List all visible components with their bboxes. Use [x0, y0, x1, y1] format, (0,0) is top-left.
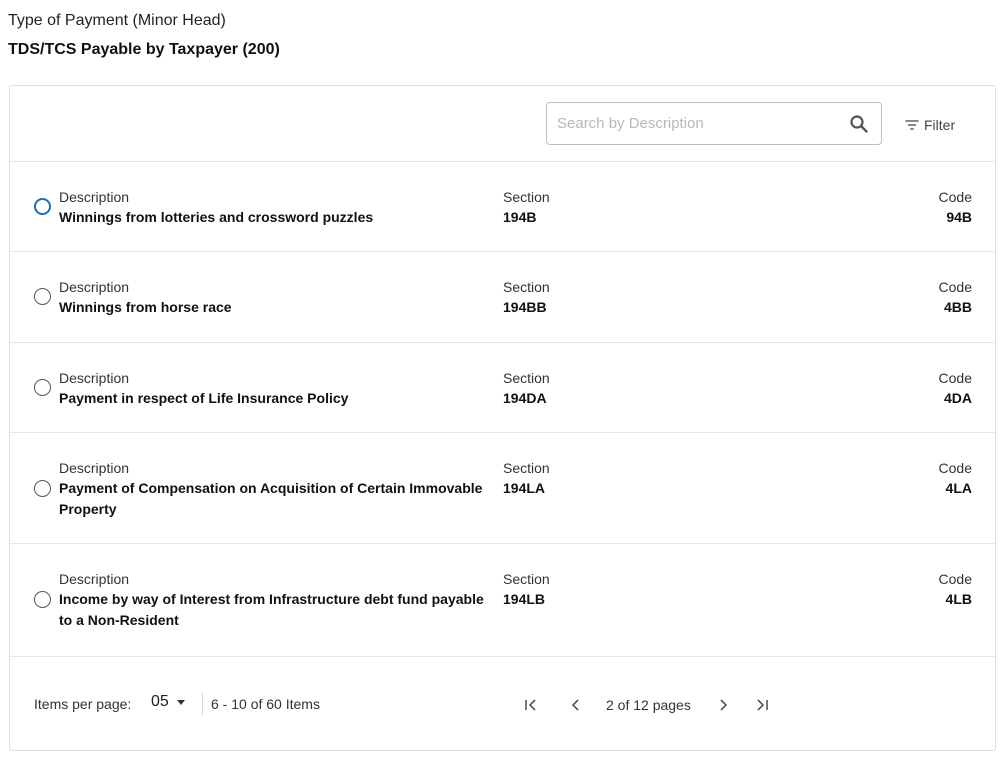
table-row[interactable]: Description Income by way of Interest fr…: [10, 544, 995, 657]
caret-down-icon: [176, 699, 185, 705]
chevron-left-icon[interactable]: [568, 697, 584, 713]
description-label: Description: [59, 370, 130, 386]
last-page-icon[interactable]: [754, 697, 770, 713]
description-value: Payment in respect of Life Insurance Pol…: [59, 390, 349, 406]
filter-button[interactable]: Filter: [905, 117, 955, 133]
minor-head-label: Type of Payment (Minor Head): [8, 12, 226, 29]
chevron-right-icon[interactable]: [715, 697, 731, 713]
pagination-bar: Items per page: 05 6 - 10 of 60 Items 2 …: [10, 657, 995, 752]
code-value: 94B: [946, 209, 972, 225]
code-label: Code: [938, 189, 972, 205]
filter-label: Filter: [924, 117, 956, 133]
section-label: Section: [503, 189, 550, 205]
code-label: Code: [938, 279, 972, 295]
items-range-text: 6 - 10 of 60 Items: [211, 696, 320, 712]
description-label: Description: [59, 279, 130, 295]
description-value: Winnings from lotteries and crossword pu…: [59, 209, 374, 225]
section-label: Section: [503, 279, 550, 295]
first-page-icon[interactable]: [523, 697, 539, 713]
section-value: 194B: [503, 209, 537, 225]
section-value: 194DA: [503, 390, 547, 406]
payment-type-list-card: Filter Description Winnings from lotteri…: [9, 85, 996, 751]
row-radio[interactable]: [34, 480, 51, 497]
section-label: Section: [503, 460, 550, 476]
section-value: 194LB: [503, 591, 546, 607]
minor-head-value: TDS/TCS Payable by Taxpayer (200): [8, 41, 280, 58]
description-label: Description: [59, 189, 130, 205]
items-per-page-select[interactable]: 05: [151, 693, 185, 711]
code-value: 4LB: [945, 591, 972, 607]
list-toolbar: Filter: [10, 86, 995, 162]
items-per-page-value: 05: [151, 693, 169, 710]
row-radio[interactable]: [34, 591, 51, 608]
code-label: Code: [938, 571, 972, 587]
section-value: 194LA: [503, 480, 546, 496]
pagination-divider: [202, 692, 203, 716]
search-input[interactable]: [547, 103, 837, 144]
section-label: Section: [503, 571, 550, 587]
section-value: 194BB: [503, 299, 547, 315]
table-row[interactable]: Description Payment in respect of Life I…: [10, 343, 995, 433]
search-icon[interactable]: [849, 114, 869, 134]
row-radio[interactable]: [34, 379, 51, 396]
code-label: Code: [938, 460, 972, 476]
description-value: Winnings from horse race: [59, 299, 232, 315]
section-label: Section: [503, 370, 550, 386]
code-label: Code: [938, 370, 972, 386]
description-label: Description: [59, 460, 130, 476]
code-value: 4BB: [943, 299, 972, 315]
row-radio[interactable]: [34, 288, 51, 305]
code-value: 4DA: [943, 390, 972, 406]
table-row[interactable]: Description Winnings from lotteries and …: [10, 162, 995, 252]
items-per-page-label: Items per page:: [34, 696, 132, 712]
description-label: Description: [59, 571, 130, 587]
table-row[interactable]: Description Payment of Compensation on A…: [10, 433, 995, 544]
description-value: Income by way of Interest from Infrastru…: [59, 591, 484, 628]
code-value: 4LA: [945, 480, 972, 496]
filter-icon: [905, 120, 919, 130]
table-row[interactable]: Description Winnings from horse race Sec…: [10, 252, 995, 343]
search-box: [546, 102, 882, 145]
page-info-text: 2 of 12 pages: [606, 697, 691, 713]
description-value: Payment of Compensation on Acquisition o…: [59, 480, 483, 517]
row-radio[interactable]: [34, 198, 51, 215]
